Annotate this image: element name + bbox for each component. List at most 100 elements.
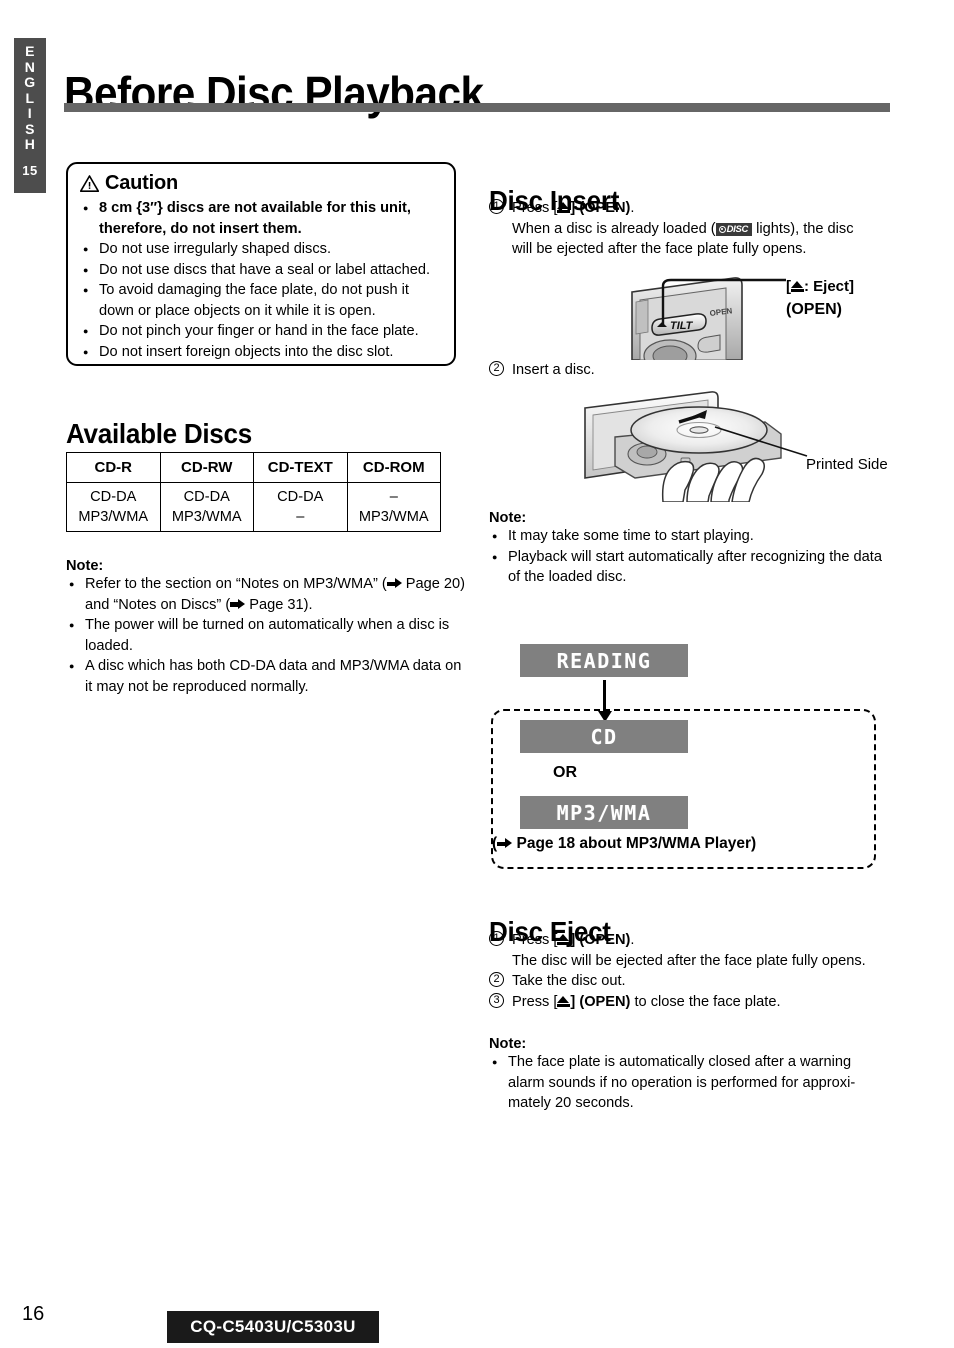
note-item: The face plate is automatically closed a… — [489, 1051, 889, 1114]
caution-item: To avoid damaging the face plate, do not… — [80, 279, 442, 321]
column-header: CD-R — [66, 452, 161, 483]
caution-item: Do not use irregularly shaped discs. — [80, 238, 442, 259]
arrow-right-icon — [230, 598, 246, 610]
step-text-open: ] (OPEN) — [570, 932, 631, 948]
step1-detail: The disc will be ejected after the face … — [512, 952, 866, 969]
step1-detail-b: lights), the disc — [756, 220, 854, 237]
disc-insert-steps: 1 Press [] (OPEN). When a disc is alread… — [489, 198, 889, 260]
eject-callout-line1: [: Eject] — [786, 275, 854, 298]
faceplate-illustration: TILT OPEN — [618, 272, 903, 373]
note-insert: Note: It may take some time to start pla… — [489, 510, 889, 588]
eject-callout: [: Eject] (OPEN) — [786, 275, 854, 321]
lcd-display-mp3wma: MP3/WMA — [520, 796, 688, 829]
step-item: 2 Insert a disc. — [489, 360, 749, 381]
note-item: The power will be turned on automaticall… — [66, 614, 466, 656]
disc-eject-steps: 1 Press [ ] (OPEN). The disc will be ejec… — [489, 930, 894, 1012]
table-cell: MP3/WMA — [346, 507, 441, 532]
arrow-right-icon — [497, 838, 513, 849]
step-item: 1 Press [] (OPEN). — [489, 198, 889, 219]
disc-insertion-illustration — [575, 382, 830, 503]
language-tab: E N G L I S H 15 — [14, 38, 46, 193]
caution-item: Do not pinch your finger or hand in the … — [80, 320, 442, 341]
table-header-row: CD-R CD-RW CD-TEXT CD-ROM — [66, 452, 441, 483]
lcd-display-cd: CD — [520, 720, 688, 753]
caution-item: 8 cm {3″} discs are not available for th… — [80, 197, 442, 239]
caution-heading: Caution — [80, 172, 442, 195]
step-text: Insert a disc. — [512, 362, 595, 378]
step-number: 1 — [489, 199, 504, 214]
section-number: 15 — [22, 162, 38, 178]
note-item-text-a: Refer to the section on “Notes on MP3/WM… — [85, 576, 387, 592]
eject-icon — [791, 281, 804, 292]
step-item: 3 Press [ ] (OPEN) to close the face plat… — [489, 992, 894, 1013]
lcd-text: CD — [590, 724, 618, 749]
step-number: 1 — [489, 931, 504, 946]
eject-callout-suffix: : Eject] — [804, 278, 855, 295]
caution-item: Do not insert foreign objects into the d… — [80, 341, 442, 362]
note-list: It may take some time to start playing. … — [489, 525, 889, 588]
language-letter: H — [24, 136, 36, 152]
lcd-text: MP3/WMA — [556, 800, 652, 825]
eject-callout-line2: (OPEN) — [786, 301, 842, 318]
warning-triangle-icon — [80, 175, 99, 192]
model-badge: CQ-C5403U/C5303U — [167, 1311, 379, 1343]
note-list: Refer to the section on “Notes on MP3/WM… — [66, 573, 466, 697]
table-cell: CD-DA — [66, 482, 161, 507]
steps-list: 2 Insert a disc. — [489, 360, 749, 381]
step-number: 2 — [489, 972, 504, 987]
disc-badge-label: DISC — [726, 223, 749, 235]
step-text-tail: . — [630, 932, 635, 948]
steps-list: 2 Take the disc out. 3 Press [ ] (OPEN) t… — [489, 971, 894, 1012]
note-item: Playback will start automatically after … — [489, 546, 889, 588]
step-number: 2 — [489, 361, 504, 376]
lcd-display-reading: READING — [520, 644, 688, 677]
page-ref-text: Page 18 about MP3/WMA Player) — [516, 835, 757, 852]
step-item: 2 Take the disc out. — [489, 971, 894, 992]
language-letter: G — [24, 74, 36, 90]
eject-icon — [557, 934, 571, 945]
language-letter: E — [25, 43, 35, 59]
step-number: 3 — [489, 992, 504, 1008]
note-heading: Note: — [489, 1036, 527, 1052]
note-item: A disc which has both CD-DA data and MP3… — [66, 655, 466, 697]
table-cell: – — [346, 482, 441, 507]
flow-arrow-down-icon — [597, 680, 612, 722]
step-text-tail: to close the face plate. — [630, 993, 781, 1010]
arrow-right-icon — [386, 578, 402, 589]
step-text-press: Press [ — [512, 200, 558, 216]
column-header: CD-RW — [159, 452, 254, 483]
column-header: CD-ROM — [346, 452, 441, 483]
page-number: 16 — [22, 1303, 45, 1325]
table-cell: MP3/WMA — [66, 507, 161, 532]
language-letter: I — [27, 105, 33, 121]
title-divider — [64, 103, 890, 112]
caution-list: 8 cm {3″} discs are not available for th… — [80, 197, 442, 362]
steps-list: 1 Press [ ] (OPEN). — [489, 930, 894, 951]
available-discs-heading: Available Discs — [66, 418, 252, 450]
note-heading: Note: — [489, 510, 527, 526]
language-letter: S — [25, 120, 35, 137]
lcd-text: READING — [556, 648, 652, 673]
step-text-press: Press [ — [512, 932, 558, 948]
note-list: The face plate is automatically closed a… — [489, 1051, 889, 1114]
caution-item: Do not use discs that have a seal or lab… — [80, 259, 442, 280]
note-heading: Note: — [66, 558, 104, 574]
printed-side-label: Printed Side — [806, 456, 888, 473]
step1-detail-a: When a disc is already loaded ( — [512, 220, 716, 237]
table-row: CD-DA CD-DA CD-DA – — [66, 482, 441, 507]
column-header: CD-TEXT — [253, 452, 348, 483]
step-text-press: Press [ — [512, 993, 558, 1010]
steps-list: 1 Press [] (OPEN). — [489, 198, 889, 219]
table-cell: CD-DA — [253, 482, 348, 507]
step-item: 1 Press [ ] (OPEN). — [489, 930, 894, 951]
note-item: It may take some time to start playing. — [489, 525, 889, 546]
table-cell: CD-DA — [159, 482, 254, 507]
or-separator-label: OR — [553, 764, 577, 781]
step-text-open: ] (OPEN) — [570, 993, 631, 1010]
table-cell: – — [253, 507, 348, 532]
page-reference: ( Page 18 about MP3/WMA Player) — [492, 835, 756, 853]
step1-detail: When a disc is already loaded ( DISC ligh… — [489, 219, 889, 260]
table-cell: MP3/WMA — [159, 507, 254, 532]
step1-detail-c: will be ejected after the face plate ful… — [512, 241, 807, 257]
disc-indicator-badge: DISC — [715, 223, 753, 236]
